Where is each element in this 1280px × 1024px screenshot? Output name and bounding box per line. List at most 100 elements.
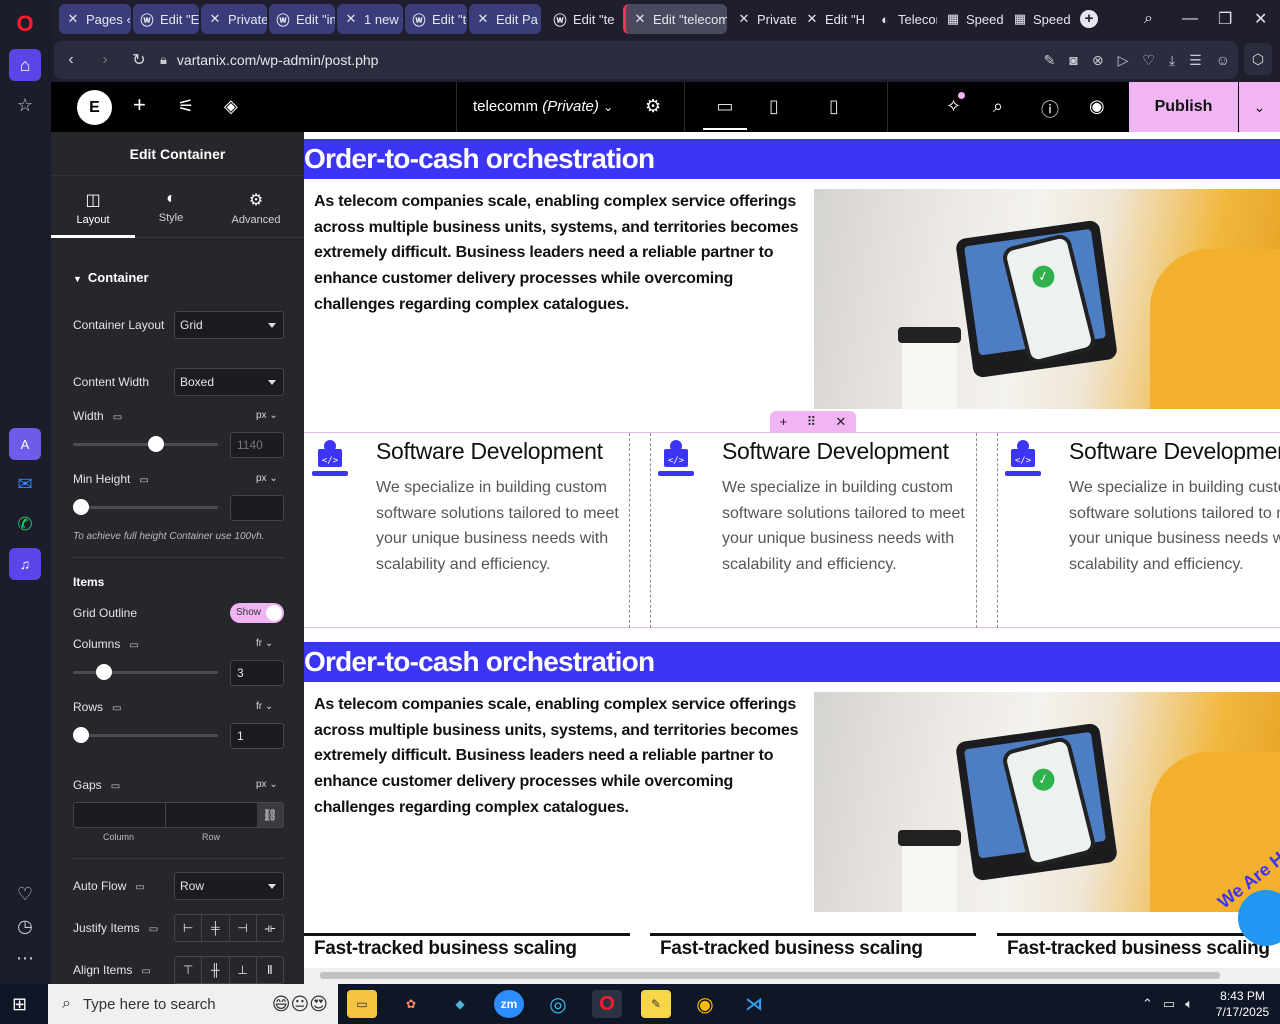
grid-container[interactable]: </> Software Development We specialize i… — [304, 432, 1280, 628]
link-icon[interactable]: ⛓ — [257, 803, 283, 827]
gaps-unit[interactable]: px ⌄ — [256, 779, 278, 790]
heart-icon[interactable]: ♡ — [1142, 52, 1155, 69]
menu-icon[interactable]: ☰ — [1189, 52, 1202, 69]
url-field[interactable]: vartanix.com/wp-admin/post.php — [177, 52, 379, 68]
zoom-icon[interactable]: zm — [494, 990, 524, 1018]
tab-active[interactable]: ✕ Edit "telecom — [623, 4, 727, 34]
justify-start-icon[interactable]: ⊢ — [175, 915, 203, 941]
new-tab-button[interactable]: + — [1080, 0, 1098, 38]
rows-slider[interactable] — [73, 727, 218, 743]
mobile-view-icon[interactable]: ▯ — [829, 96, 839, 117]
feature-title[interactable]: Fast-tracked business scaling — [314, 938, 577, 960]
section-paragraph[interactable]: As telecom companies scale, enabling com… — [314, 692, 804, 821]
clock[interactable]: 8:43 PM 7/17/2025 — [1210, 988, 1275, 1020]
elementor-logo-icon[interactable]: E — [77, 90, 112, 125]
heart-icon[interactable]: ♡ — [9, 878, 41, 910]
scrollbar-thumb[interactable] — [320, 972, 1220, 979]
search-tabs-icon[interactable]: ⌕ — [1144, 0, 1153, 38]
desktop-icon[interactable]: ▭ — [135, 882, 144, 893]
close-window-icon[interactable]: ✕ — [1254, 0, 1267, 38]
aria-icon[interactable]: A — [9, 428, 41, 460]
messenger-icon[interactable]: ✉ — [9, 468, 41, 500]
hero-image[interactable]: ✓ — [814, 189, 1280, 409]
tab[interactable]: ▦ Speed — [1006, 4, 1072, 34]
tab[interactable]: ✕ Private — [201, 4, 267, 34]
width-unit[interactable]: px ⌄ — [256, 410, 278, 421]
search-icon[interactable]: ⌕ — [993, 96, 1003, 117]
add-element-icon[interactable]: + — [133, 92, 146, 118]
chrome-icon[interactable]: ◉ — [690, 990, 720, 1018]
container-layout-select[interactable]: Grid — [174, 311, 284, 339]
grid-outline-toggle[interactable]: Show — [230, 603, 284, 623]
history-icon[interactable]: ◷ — [9, 910, 41, 942]
tab[interactable]: ✕ Edit Pa — [469, 4, 541, 34]
minimize-icon[interactable]: — — [1182, 0, 1198, 38]
more-icon[interactable]: ⋯ — [9, 942, 41, 974]
slider-knob[interactable] — [96, 664, 113, 680]
profile-icon[interactable]: ☺ — [1216, 52, 1230, 68]
layers-icon[interactable]: ◈ — [224, 96, 238, 117]
min-height-input[interactable] — [230, 495, 284, 521]
tab[interactable]: ▦ Speed — [939, 4, 1005, 34]
section-container[interactable]: ▼ Container — [73, 270, 149, 285]
align-center-icon[interactable]: ╫ — [202, 957, 230, 983]
tab[interactable]: ✕ Pages ‹ — [59, 4, 131, 34]
service-card[interactable]: </> Software Development We specialize i… — [304, 433, 630, 628]
width-slider[interactable] — [73, 436, 218, 452]
close-icon[interactable]: ✕ — [835, 414, 846, 430]
columns-unit[interactable]: fr ⌄ — [256, 638, 273, 649]
vscode-icon[interactable]: ⋊ — [739, 990, 769, 1018]
home-icon[interactable]: ⌂ — [9, 49, 41, 81]
reload-icon[interactable]: ↻ — [122, 50, 156, 70]
desktop-icon[interactable]: ▭ — [112, 703, 121, 714]
rows-unit[interactable]: fr ⌄ — [256, 701, 273, 712]
tab-layout[interactable]: ◫ Layout — [52, 190, 134, 226]
justify-end-icon[interactable]: ⊣ — [230, 915, 257, 941]
opera-icon[interactable]: O — [592, 990, 622, 1018]
service-card[interactable]: </> Software Development We specialize i… — [650, 433, 976, 628]
columns-slider[interactable] — [73, 664, 218, 680]
chevron-up-icon[interactable]: ⌃ — [1142, 996, 1153, 1012]
auto-flow-select[interactable]: Row — [174, 872, 284, 900]
horizontal-scrollbar[interactable] — [304, 968, 1280, 984]
opera-logo-icon[interactable]: O — [9, 8, 41, 40]
page-title[interactable]: telecomm (Private) ⌄ — [473, 98, 613, 115]
tab[interactable]: ✕ 1 new c — [337, 4, 403, 34]
tablet-view-icon[interactable]: ▯ — [769, 96, 779, 117]
windows-start-icon[interactable]: ⊞ — [12, 994, 32, 1014]
music-icon[interactable]: ♫ — [9, 548, 41, 580]
tab[interactable]: ◐ Telecor — [871, 4, 937, 34]
container-handle[interactable]: + ⠿ ✕ — [770, 411, 856, 432]
align-start-icon[interactable]: ⊤ — [175, 957, 203, 983]
back-icon[interactable]: ‹ — [54, 51, 88, 69]
slider-knob[interactable] — [147, 436, 164, 452]
drag-handle-icon[interactable]: ⠿ — [807, 414, 817, 430]
tab[interactable]: ⓦ Edit "in — [269, 4, 335, 34]
columns-input[interactable]: 3 — [230, 660, 284, 686]
align-end-icon[interactable]: ⊥ — [230, 957, 257, 983]
desktop-icon[interactable]: ▭ — [139, 475, 148, 486]
content-width-select[interactable]: Boxed — [174, 368, 284, 396]
publish-button[interactable]: Publish — [1129, 82, 1238, 132]
section-heading[interactable]: Order-to-cash orchestration — [304, 139, 1280, 179]
tab-advanced[interactable]: ⚙ Advanced — [215, 190, 297, 226]
edge-icon[interactable]: ◎ — [543, 990, 573, 1018]
tab[interactable]: ⓦ Edit "te — [546, 4, 614, 34]
desktop-icon[interactable]: ▭ — [141, 966, 150, 977]
star-icon[interactable]: ☆ — [9, 89, 41, 121]
feature-title[interactable]: Fast-tracked business scaling — [1007, 938, 1270, 960]
restore-icon[interactable]: ❐ — [1218, 0, 1232, 38]
file-explorer-icon[interactable]: ▭ — [347, 990, 377, 1018]
section-paragraph[interactable]: As telecom companies scale, enabling com… — [314, 189, 804, 318]
desktop-icon[interactable]: ▭ — [111, 781, 120, 792]
service-card[interactable]: </> Software Development We specialize i… — [997, 433, 1280, 628]
min-height-slider[interactable] — [73, 499, 218, 515]
tab[interactable]: ⓦ Edit "El — [133, 4, 199, 34]
tab[interactable]: ⓦ Edit "te — [405, 4, 467, 34]
slider-knob[interactable] — [73, 499, 89, 515]
slider-knob[interactable] — [73, 727, 89, 743]
taskbar-search[interactable]: ⌕ Type here to search 😄😐😍 — [48, 984, 338, 1024]
volume-icon[interactable]: 🔈︎ — [1185, 996, 1193, 1012]
feature-title[interactable]: Fast-tracked business scaling — [660, 938, 923, 960]
rows-input[interactable]: 1 — [230, 723, 284, 749]
